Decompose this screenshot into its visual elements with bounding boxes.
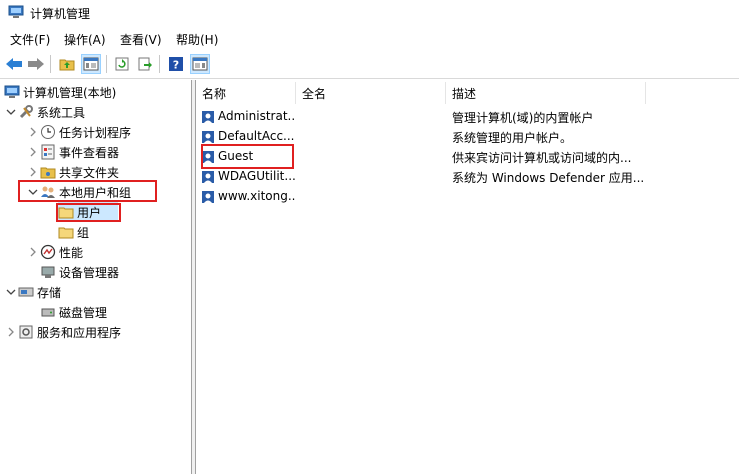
show-console-tree-icon[interactable] [81,54,101,74]
chevron-right-icon[interactable] [26,245,40,259]
chevron-right-icon[interactable] [26,125,40,139]
column-header-description[interactable]: 描述 [446,82,646,104]
user-name: www.xitong... [218,189,296,203]
clock-icon [40,124,56,140]
help-icon[interactable]: ? [166,54,186,74]
folder-icon [58,224,74,240]
tree-label: 存储 [37,285,62,300]
window-title: 计算机管理 [30,7,91,21]
tree-item-disk-management[interactable]: 磁盘管理 [40,302,107,322]
user-icon [200,169,216,188]
tree-item-device-manager[interactable]: 设备管理器 [40,262,119,282]
storage-icon [18,284,34,300]
user-list-view: 名称 全名 描述 Administrat... 管理计算机(域)的内置帐户 De… [195,80,739,474]
forward-arrow-icon[interactable] [26,54,46,74]
table-row[interactable]: WDAGUtilit... 系统为 Windows Defender 应用... [196,167,739,187]
tree-label: 计算机管理(本地) [23,85,117,100]
table-row[interactable]: www.xitong... [196,187,739,207]
user-name: WDAGUtilit... [218,169,296,183]
toolbar-separator [50,55,51,73]
tree-label: 任务计划程序 [59,125,132,140]
tree-item-shared-folders[interactable]: 共享文件夹 [26,162,119,182]
user-description: 供来宾访问计算机或访问域的内... [452,151,632,165]
tree-item-storage[interactable]: 存储 [4,282,61,302]
chevron-down-icon[interactable] [4,285,18,299]
column-header-fullname[interactable]: 全名 [296,82,446,104]
tree-item-system-tools[interactable]: 系统工具 [4,102,85,122]
refresh-icon[interactable] [112,54,132,74]
user-name: Administrat... [218,109,296,123]
table-row[interactable]: Administrat... 管理计算机(域)的内置帐户 [196,107,739,127]
user-icon [200,189,216,208]
tools-icon [18,104,34,120]
chevron-down-icon[interactable] [4,105,18,119]
shared-folder-icon [40,164,56,180]
menu-file[interactable]: 文件(F) [10,31,50,48]
tree-item-performance[interactable]: 性能 [26,242,83,262]
tree-label: 磁盘管理 [59,305,108,320]
tree-item-root[interactable]: 计算机管理(本地) [4,82,116,102]
user-description: 系统管理的用户帐户。 [452,131,573,145]
tree-label: 事件查看器 [59,145,120,160]
user-description: 管理计算机(域)的内置帐户 [452,111,594,125]
up-folder-icon[interactable] [57,54,77,74]
user-name: DefaultAcc... [218,129,295,143]
computer-management-icon [8,5,24,19]
toolbar-separator [106,55,107,73]
chevron-right-icon[interactable] [4,325,18,339]
tree-label: 设备管理器 [59,265,120,280]
tree-label: 共享文件夹 [59,165,120,180]
toolbar-separator [159,55,160,73]
console-tree: 计算机管理(本地) 系统工具 任务计划程序 事件查看器 共享文件夹 本地用户和组… [0,80,192,474]
export-list-icon[interactable] [135,54,155,74]
computer-management-icon [4,84,20,100]
user-icon [200,109,216,128]
title-bar: 计算机管理 [0,0,739,26]
svg-text:?: ? [173,59,179,72]
tree-label: 服务和应用程序 [37,325,122,340]
highlight-box [56,203,121,222]
chevron-right-icon[interactable] [26,165,40,179]
performance-icon [40,244,56,260]
event-log-icon [40,144,56,160]
user-description: 系统为 Windows Defender 应用... [452,171,645,185]
chevron-right-icon[interactable] [26,145,40,159]
disk-icon [40,304,56,320]
highlight-box [201,144,294,169]
services-icon [18,324,34,340]
show-action-pane-icon[interactable] [190,54,210,74]
tree-label: 性能 [59,245,84,260]
highlight-box [18,180,157,202]
tree-label: 系统工具 [37,105,86,120]
device-manager-icon [40,264,56,280]
menu-bar: 文件(F) 操作(A) 查看(V) 帮助(H) [0,27,739,48]
tree-item-task-scheduler[interactable]: 任务计划程序 [26,122,131,142]
tree-item-services-apps[interactable]: 服务和应用程序 [4,322,121,342]
column-header-name[interactable]: 名称 [196,82,296,104]
menu-action[interactable]: 操作(A) [64,31,106,48]
back-arrow-icon[interactable] [4,54,24,74]
tree-item-groups[interactable]: 组 [58,222,89,242]
tree-item-event-viewer[interactable]: 事件查看器 [26,142,119,162]
toolbar: ? [0,49,739,79]
tree-label: 组 [77,225,90,240]
menu-help[interactable]: 帮助(H) [176,31,218,48]
menu-view[interactable]: 查看(V) [120,31,162,48]
